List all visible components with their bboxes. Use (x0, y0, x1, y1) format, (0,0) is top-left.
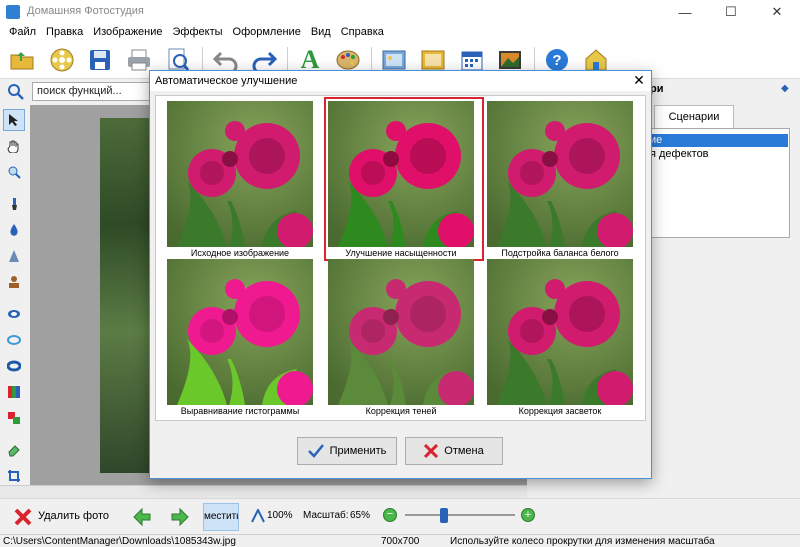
thumbnail-caption: Подстройка баланса белого (501, 248, 619, 258)
pin-icon[interactable]: ◆ (781, 83, 789, 94)
save-icon[interactable] (84, 44, 116, 76)
scale-value: 65% (350, 510, 371, 521)
list-item[interactable]: ие (648, 134, 788, 147)
menu-image[interactable]: Изображение (88, 24, 167, 41)
apply-label: Применить (329, 445, 387, 457)
cross-icon (424, 444, 439, 458)
zoom-slider-track[interactable] (405, 514, 515, 516)
status-file-path: C:\Users\ContentManager\Downloads\108534… (3, 536, 236, 547)
brush-tool-icon[interactable] (3, 193, 25, 215)
thumbnail-image (328, 259, 474, 405)
film-reel-icon[interactable] (46, 44, 78, 76)
close-button[interactable]: ✕ (754, 0, 800, 24)
auto-enhance-dialog: Автоматическое улучшение ✕ Исходное изоб… (149, 70, 652, 479)
thumbnail-histogram[interactable]: Выравнивание гистограммы (167, 259, 313, 417)
color-replace-tool-icon[interactable] (3, 407, 25, 429)
menu-edit[interactable]: Правка (41, 24, 88, 41)
thumbnail-highlights[interactable]: Коррекция засветок (487, 259, 633, 417)
horizontal-scrollbar[interactable] (0, 485, 527, 498)
contrast-tool-icon[interactable] (3, 303, 25, 325)
thumbnail-image (167, 259, 313, 405)
tab-scenarios[interactable]: Сценарии (654, 105, 734, 129)
crop-tool-icon[interactable] (3, 465, 25, 487)
search-icon (7, 83, 25, 101)
zoom-in-icon[interactable]: + (521, 508, 535, 522)
vignette-tool-icon[interactable] (3, 329, 25, 351)
dialog-close-icon[interactable]: ✕ (631, 72, 647, 88)
ring-tool-icon[interactable] (3, 355, 25, 377)
panel-header: ри (650, 83, 664, 95)
title-bar: Домашняя Фотостудия — ☐ ✕ (0, 0, 800, 24)
bottom-bar: Удалить фото местить 100% Масштаб: 65% −… (0, 498, 800, 534)
hand-tool-icon[interactable] (3, 135, 25, 157)
photo-preview (100, 118, 150, 473)
thumbnail-original[interactable]: Исходное изображение (167, 101, 313, 259)
cancel-button[interactable]: Отмена (405, 437, 503, 465)
drop-tool-icon[interactable] (3, 219, 25, 241)
next-photo-icon[interactable] (170, 507, 190, 527)
menu-file[interactable]: Файл (4, 24, 41, 41)
cancel-label: Отмена (444, 445, 484, 457)
fit-button[interactable]: местить (203, 503, 239, 531)
thumbnail-image (328, 101, 474, 247)
minimize-button[interactable]: — (662, 0, 708, 24)
thumbnail-caption: Коррекция теней (365, 406, 437, 416)
thumbnail-grid: Исходное изображение Улучшение насыщенно… (155, 95, 646, 421)
svg-text:?: ? (552, 52, 561, 69)
thumbnail-white-balance[interactable]: Подстройка баланса белого (487, 101, 633, 259)
thumbnail-image (487, 101, 633, 247)
zoom-tool-icon[interactable] (3, 161, 25, 183)
left-toolbar (0, 105, 28, 498)
app-icon (6, 5, 20, 19)
thumbnail-caption: Исходное изображение (190, 248, 290, 258)
dialog-title: Автоматическое улучшение (155, 75, 298, 87)
zoom-100-label[interactable]: 100% (267, 510, 293, 521)
sharpen-tool-icon[interactable] (3, 245, 25, 267)
levels-tool-icon[interactable] (3, 381, 25, 403)
thumbnail-caption: Коррекция засветок (518, 406, 602, 416)
status-dimensions: 700x700 (381, 536, 420, 547)
delete-icon[interactable] (14, 508, 32, 526)
menu-bar: Файл Правка Изображение Эффекты Оформлен… (0, 24, 800, 41)
thumbnail-image (167, 101, 313, 247)
apply-button[interactable]: Применить (297, 437, 397, 465)
prev-photo-icon[interactable] (132, 507, 152, 527)
maximize-button[interactable]: ☐ (708, 0, 754, 24)
menu-effects[interactable]: Эффекты (168, 24, 228, 41)
eraser-tool-icon[interactable] (3, 439, 25, 461)
zoom-slider-thumb[interactable] (439, 508, 448, 523)
thumbnail-caption: Улучшение насыщенности (345, 248, 457, 258)
menu-help[interactable]: Справка (336, 24, 389, 41)
delete-photo-button[interactable]: Удалить фото (38, 510, 109, 522)
pointer-tool-icon[interactable] (3, 109, 25, 131)
thumbnail-saturation[interactable]: Улучшение насыщенности (324, 97, 484, 261)
search-input[interactable]: поиск функций... (32, 82, 156, 101)
scale-label: Масштаб: (303, 510, 349, 521)
stamp-tool-icon[interactable] (3, 271, 25, 293)
menu-design[interactable]: Оформление (228, 24, 306, 41)
status-bar: C:\Users\ContentManager\Downloads\108534… (0, 534, 800, 547)
zoom-out-icon[interactable]: − (383, 508, 397, 522)
menu-view[interactable]: Вид (306, 24, 336, 41)
status-hint: Используйте колесо прокрутки для изменен… (450, 536, 715, 547)
checkmark-icon (307, 444, 324, 458)
zoom-100-icon[interactable] (251, 507, 265, 523)
window-title: Домашняя Фотостудия (27, 5, 144, 17)
thumbnail-shadows[interactable]: Коррекция теней (328, 259, 474, 417)
open-folder-icon[interactable] (6, 44, 38, 76)
thumbnail-caption: Выравнивание гистограммы (180, 406, 300, 416)
thumbnail-image (487, 259, 633, 405)
list-item[interactable]: я дефектов (650, 148, 709, 160)
